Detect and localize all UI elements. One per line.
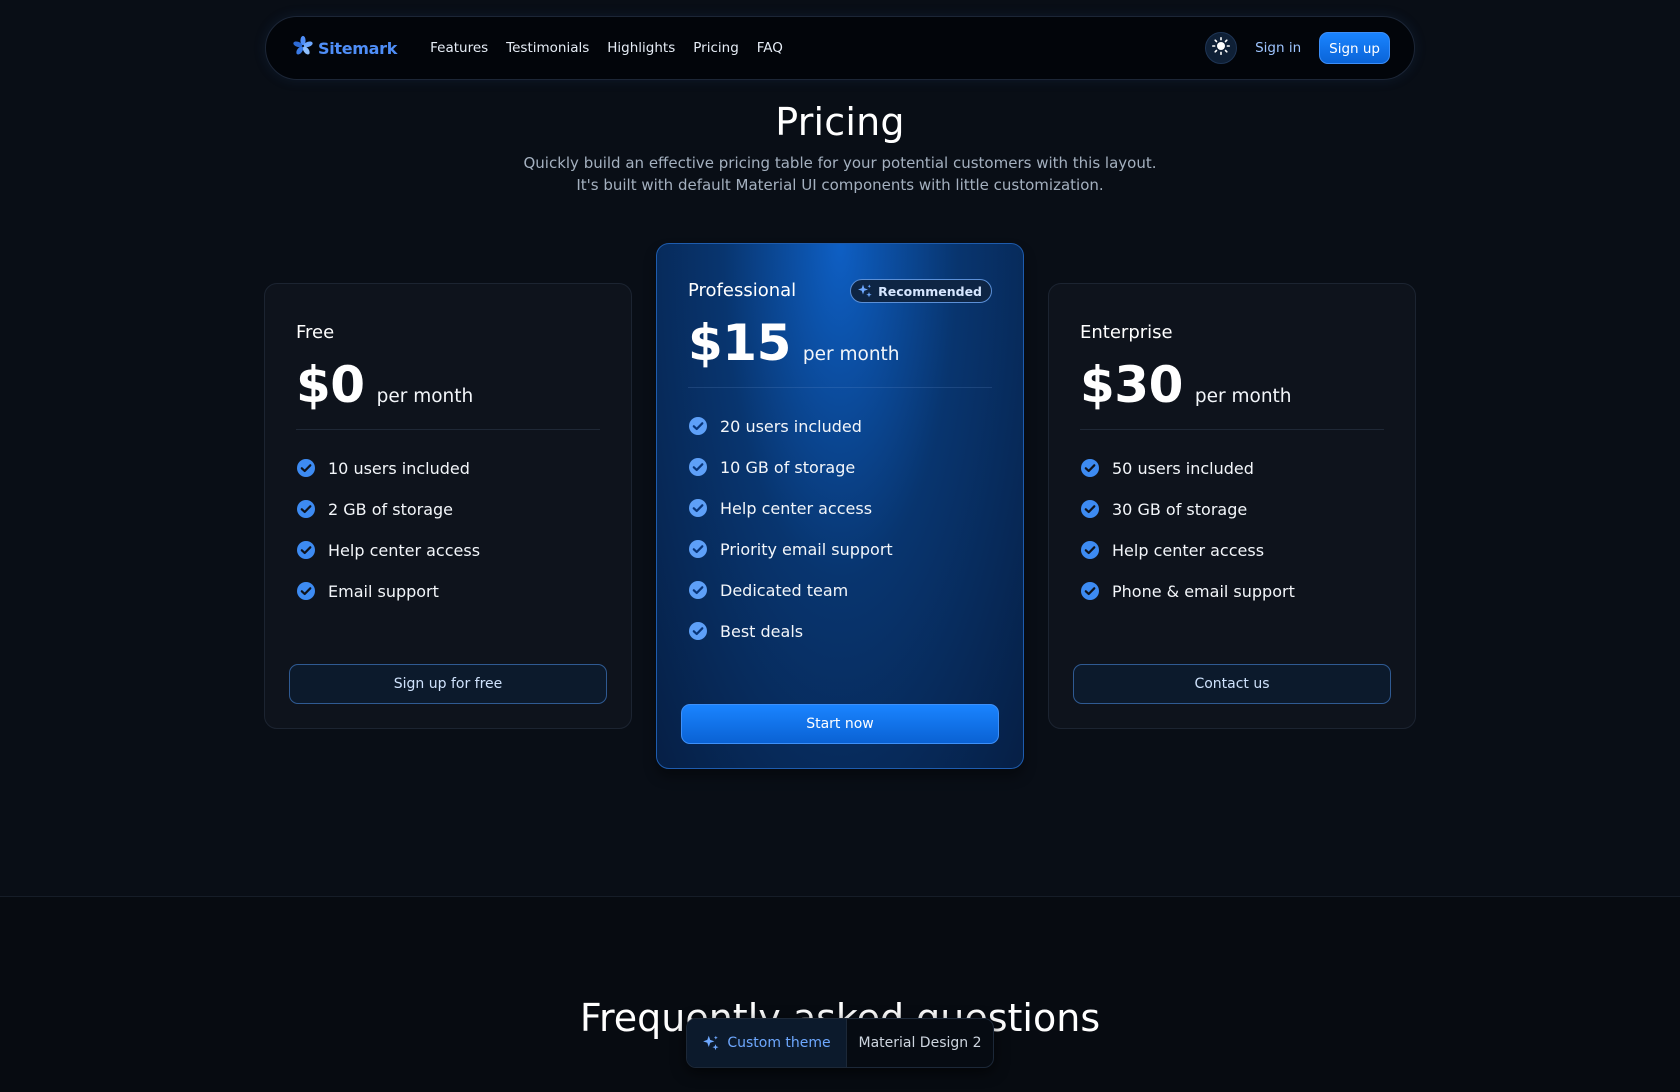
plan-price: $15 (688, 314, 791, 372)
feature-label: 10 users included (328, 458, 470, 478)
app-navbar: Sitemark Features Testimonials Highlight… (265, 16, 1415, 80)
feature-item: Dedicated team (688, 579, 992, 601)
divider (1080, 429, 1384, 430)
sparkle-icon (703, 1035, 719, 1051)
brand-name: Sitemark (318, 38, 398, 58)
check-circle-icon (297, 500, 315, 518)
nav-actions: Sign in Sign up (1205, 32, 1390, 64)
check-circle-icon (1081, 582, 1099, 600)
plan-card-enterprise: Enterprise $30 per month 50 users includ… (1048, 283, 1416, 729)
check-circle-icon (1081, 459, 1099, 477)
nav-links: Features Testimonials Highlights Pricing… (421, 34, 792, 62)
check-circle-icon (689, 622, 707, 640)
sign-in-button[interactable]: Sign in (1247, 34, 1309, 62)
start-now-button[interactable]: Start now (681, 704, 999, 744)
feature-item: Help center access (296, 539, 600, 561)
material-design-2-option[interactable]: Material Design 2 (847, 1019, 993, 1067)
plan-period: per month (1194, 386, 1292, 407)
feature-label: Dedicated team (720, 580, 849, 600)
subtitle-line-1: Quickly build an effective pricing table… (523, 154, 1157, 172)
feature-label: 30 GB of storage (1112, 499, 1248, 519)
material-design-2-label: Material Design 2 (858, 1035, 982, 1051)
nav-link-highlights[interactable]: Highlights (598, 34, 684, 62)
divider (688, 387, 992, 388)
feature-item: Phone & email support (1080, 580, 1384, 602)
plan-header: Professional Recommended (688, 244, 992, 303)
feature-label: Help center access (328, 540, 481, 560)
feature-list: 10 users included 2 GB of storage Help c… (296, 457, 600, 602)
badge-label: Recommended (878, 283, 982, 299)
check-circle-icon (689, 581, 707, 599)
feature-item: Help center access (688, 497, 992, 519)
feature-item: 10 GB of storage (688, 456, 992, 478)
plan-period: per month (802, 344, 900, 365)
custom-theme-option[interactable]: Custom theme (687, 1019, 847, 1067)
theme-toggle-button[interactable] (1205, 32, 1238, 64)
divider (296, 429, 600, 430)
check-circle-icon (1081, 500, 1099, 518)
page-title: Pricing (775, 100, 905, 144)
check-circle-icon (689, 458, 707, 476)
subtitle-line-2: It's built with default Material UI comp… (576, 176, 1104, 194)
sitemark-logo-icon (292, 35, 314, 61)
feature-item: 2 GB of storage (296, 498, 600, 520)
price-row: $0 per month (296, 355, 600, 415)
feature-item: Help center access (1080, 539, 1384, 561)
nav-link-faq[interactable]: FAQ (748, 34, 792, 62)
page-subtitle: Quickly build an effective pricing table… (0, 152, 1680, 196)
feature-item: Email support (296, 580, 600, 602)
check-circle-icon (297, 582, 315, 600)
feature-item: 30 GB of storage (1080, 498, 1384, 520)
plan-name: Free (296, 322, 335, 343)
plan-card-free: Free $0 per month 10 users included 2 GB… (264, 283, 632, 729)
feature-item: Best deals (688, 620, 992, 642)
check-circle-icon (689, 417, 707, 435)
sign-up-free-button[interactable]: Sign up for free (289, 664, 607, 704)
sparkle-icon (858, 284, 872, 298)
plan-price: $30 (1080, 356, 1183, 414)
check-circle-icon (689, 540, 707, 558)
sun-icon (1212, 37, 1231, 59)
feature-label: Best deals (720, 621, 804, 641)
contact-us-button[interactable]: Contact us (1073, 664, 1391, 704)
feature-label: Email support (328, 581, 439, 601)
feature-label: Help center access (720, 498, 873, 518)
plan-price: $0 (296, 356, 365, 414)
brand[interactable]: Sitemark (292, 35, 397, 61)
plan-period: per month (376, 386, 474, 407)
feature-label: 10 GB of storage (720, 457, 856, 477)
feature-list: 20 users included 10 GB of storage Help … (688, 415, 992, 642)
feature-label: 2 GB of storage (328, 499, 454, 519)
recommended-badge: Recommended (850, 279, 992, 303)
plan-card-professional: Professional Recommended $15 per month 2… (656, 243, 1024, 769)
feature-list: 50 users included 30 GB of storage Help … (1080, 457, 1384, 602)
feature-label: Help center access (1112, 540, 1265, 560)
check-circle-icon (297, 459, 315, 477)
check-circle-icon (297, 541, 315, 559)
theme-switcher: Custom theme Material Design 2 (686, 1018, 994, 1068)
plan-name: Enterprise (1080, 322, 1173, 343)
price-row: $15 per month (688, 313, 992, 373)
nav-link-testimonials[interactable]: Testimonials (497, 34, 598, 62)
nav-link-features[interactable]: Features (421, 34, 497, 62)
feature-item: 50 users included (1080, 457, 1384, 479)
feature-label: Priority email support (720, 539, 893, 559)
feature-item: Priority email support (688, 538, 992, 560)
feature-label: Phone & email support (1112, 581, 1295, 601)
custom-theme-label: Custom theme (727, 1035, 831, 1051)
feature-label: 50 users included (1112, 458, 1254, 478)
check-circle-icon (689, 499, 707, 517)
plan-name: Professional (688, 280, 797, 301)
check-circle-icon (1081, 541, 1099, 559)
sign-up-button[interactable]: Sign up (1319, 32, 1390, 64)
feature-item: 20 users included (688, 415, 992, 437)
feature-label: 20 users included (720, 416, 862, 436)
feature-item: 10 users included (296, 457, 600, 479)
price-row: $30 per month (1080, 355, 1384, 415)
nav-link-pricing[interactable]: Pricing (684, 34, 748, 62)
